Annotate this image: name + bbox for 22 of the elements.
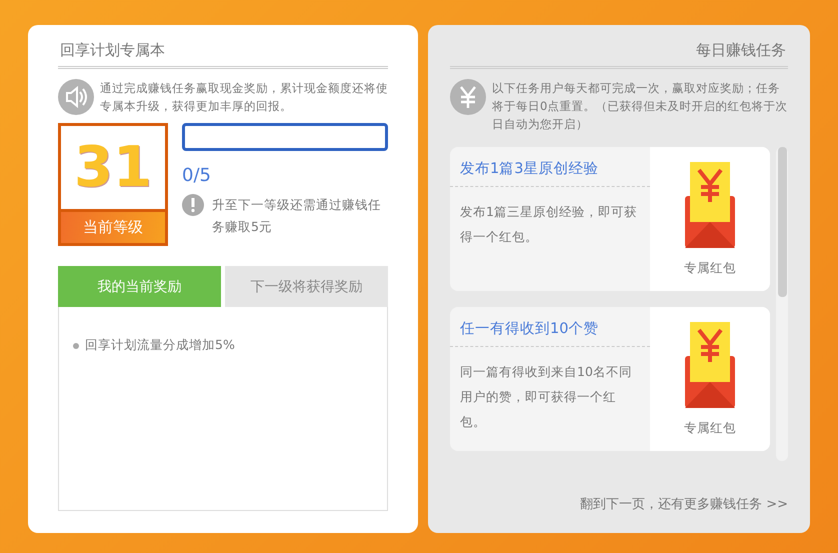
reward-tab[interactable]: 我的当前奖励 [58, 266, 221, 307]
reward-tab[interactable]: 下一级将获得奖励 [225, 266, 388, 307]
task-description: 发布1篇三星原创经验，即可获得一个红包。 [459, 203, 638, 246]
hint-text: 升至下一等级还需通过赚钱任务赚取5元 [212, 196, 382, 236]
task-description: 同一篇有得收到来自10名不同用户的赞，即可获得一个红包。 [459, 363, 633, 431]
notice-text: 以下任务用户每天都可完成一次，赢取对应奖励；任务将于每日0点重置。（已获得但未及时开启的红包将于次日自动为您开启） [492, 80, 788, 133]
notice-text: 通过完成赚钱任务赢取现金奖励，累计现金额度还将使专属本升级，获得更加丰厚的回报。 [100, 80, 388, 115]
bullet-icon [73, 342, 79, 348]
progress-reading: 0/5 [182, 165, 212, 186]
speaker-icon [58, 79, 94, 115]
scrollbar[interactable] [776, 147, 788, 461]
yuan-icon [450, 79, 486, 115]
reward-label: 专属红包 [684, 260, 736, 276]
next-page-link[interactable]: 翻到下一页，还有更多赚钱任务 >> [450, 495, 788, 521]
reward-item: 回享计划流量分成增加5% [85, 337, 235, 354]
level-number: 31 [73, 134, 153, 202]
scroll-thumb[interactable] [778, 147, 786, 297]
level-label: 当前等级 [61, 209, 165, 243]
reward-label: 专属红包 [684, 420, 736, 436]
exclamation-icon [182, 194, 204, 216]
page-title: 每日赚钱任务 [450, 37, 788, 69]
page-title: 回享计划专属本 [58, 37, 388, 69]
